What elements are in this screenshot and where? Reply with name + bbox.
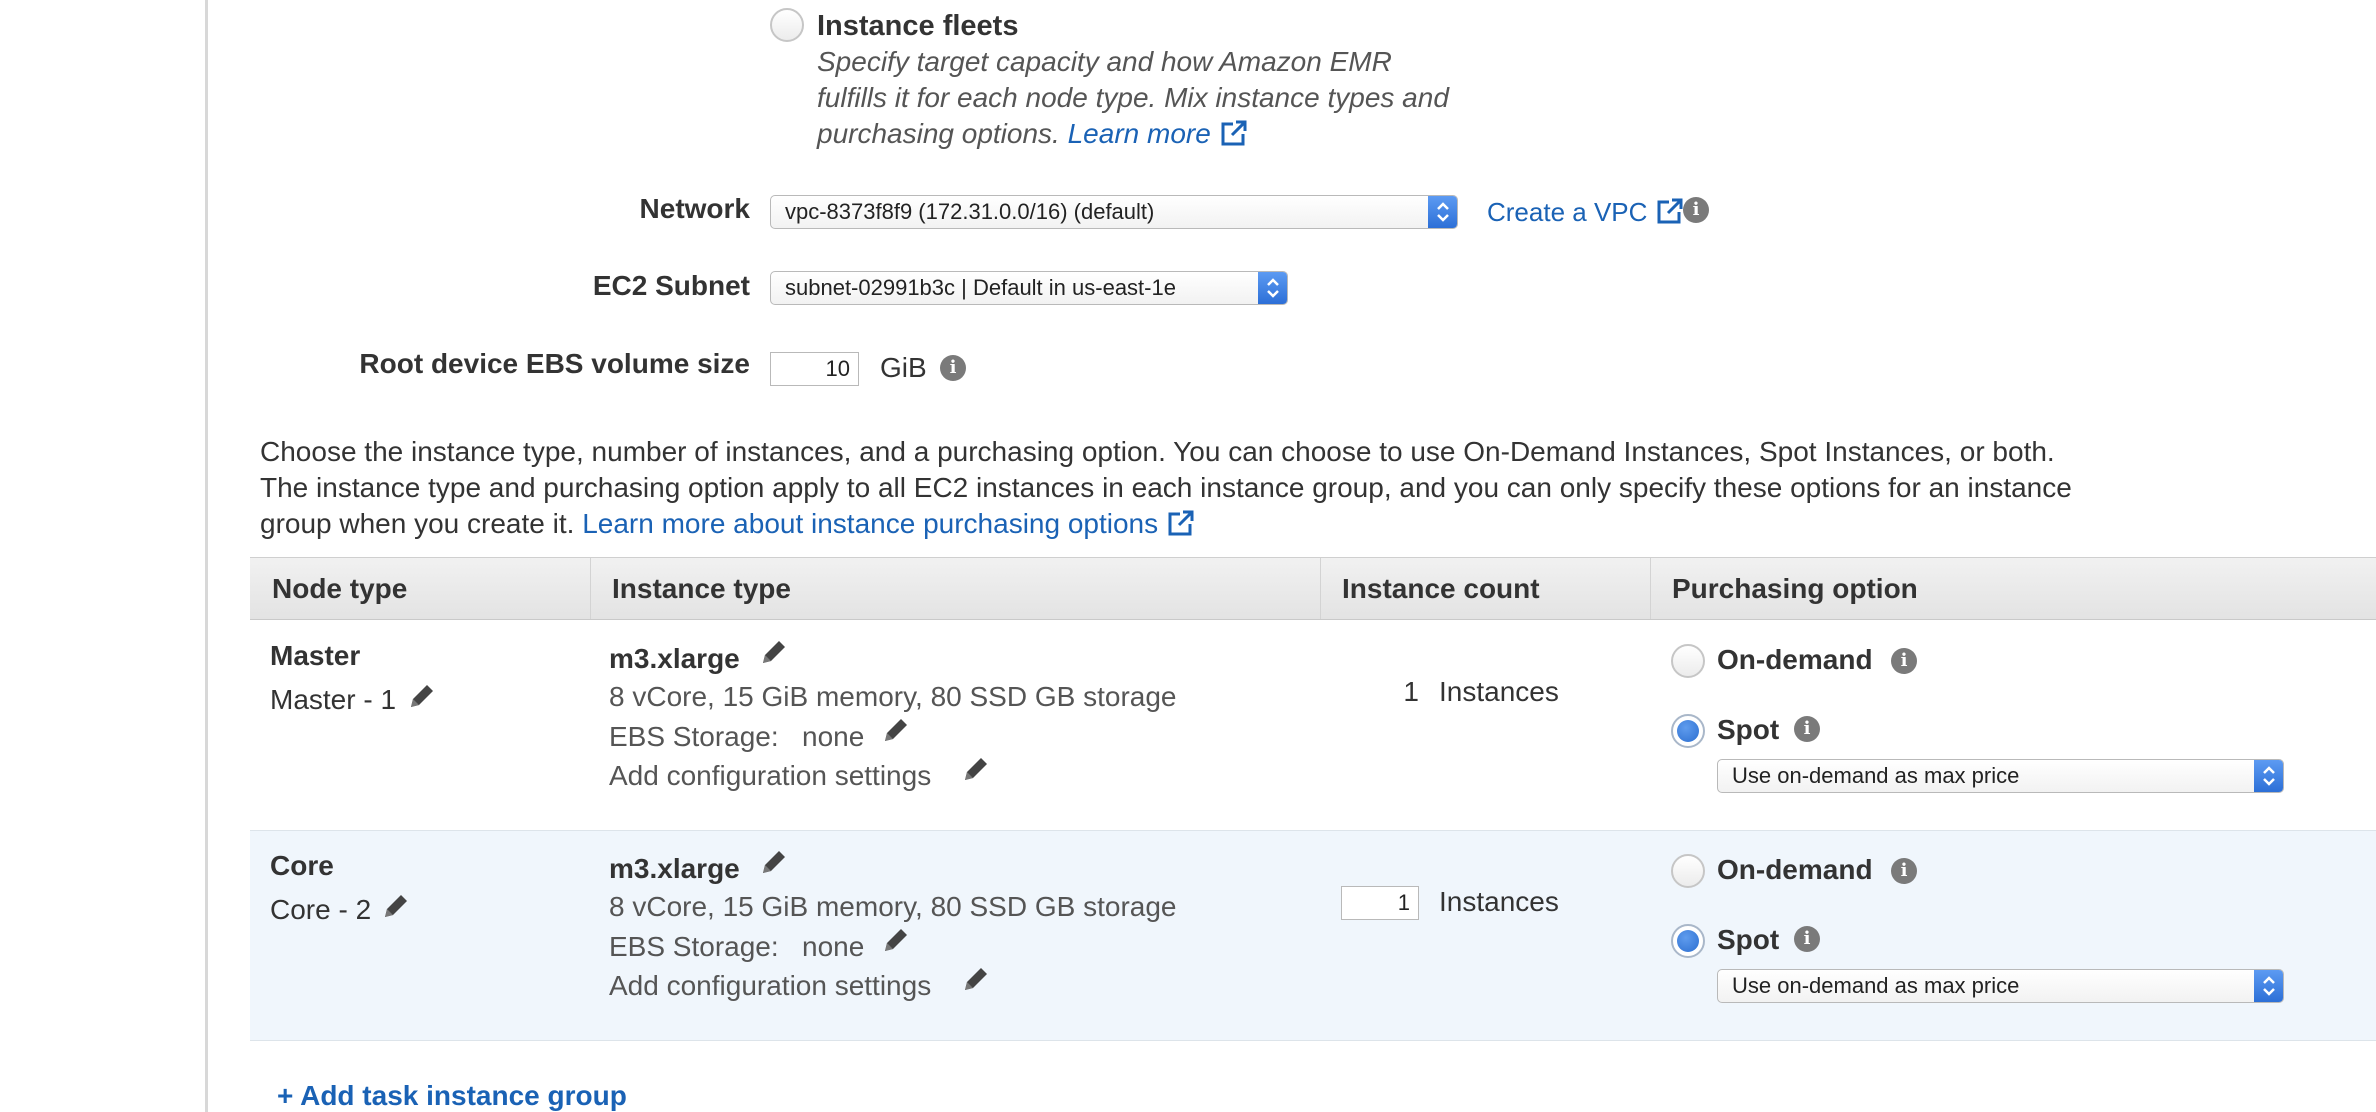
spot-radio[interactable] — [1671, 714, 1705, 748]
external-link-icon[interactable] — [1221, 119, 1247, 146]
instance-fleets-description: Specify target capacity and how Amazon E… — [817, 44, 1497, 152]
intro-line-2: The instance type and purchasing option … — [260, 472, 2072, 503]
node-type-core: Core — [270, 850, 334, 881]
edit-pencil-icon[interactable] — [961, 964, 991, 994]
fleet-desc-line-2: fulfills it for each node type. Mix inst… — [817, 82, 1449, 113]
header-instance-count: Instance count — [1342, 573, 1540, 604]
ebs-storage-master: EBS Storage: none — [609, 719, 864, 755]
select-arrows-icon — [2254, 760, 2283, 792]
instance-intro-text: Choose the instance type, number of inst… — [260, 434, 2360, 542]
ebs-storage-core: EBS Storage: none — [609, 929, 864, 965]
header-node-type: Node type — [272, 573, 408, 604]
edit-pencil-icon[interactable] — [759, 847, 789, 877]
instance-fleets-radio[interactable] — [770, 8, 804, 42]
instance-count-input-core[interactable]: 1 — [1341, 886, 1419, 920]
instance-fleets-title: Instance fleets — [817, 10, 1019, 42]
network-label: Network — [639, 193, 750, 224]
edit-pencil-icon[interactable] — [407, 681, 437, 711]
intro-line-3: group when you create it. — [260, 508, 575, 539]
add-config-core[interactable]: Add configuration settings — [609, 968, 931, 1004]
instance-type-master: m3.xlarge — [609, 643, 740, 674]
edit-pencil-icon[interactable] — [961, 754, 991, 784]
spot-price-value: Use on-demand as max price — [1732, 763, 2020, 788]
ebs-volume-input[interactable]: 10 — [770, 352, 859, 386]
node-type-master: Master — [270, 640, 361, 671]
on-demand-radio[interactable] — [1671, 644, 1705, 678]
fleet-desc-line-3: purchasing options. — [817, 118, 1060, 149]
edit-pencil-icon[interactable] — [759, 637, 789, 667]
create-vpc-link-wrap[interactable]: Create a VPC — [1487, 195, 1684, 229]
on-demand-label: On-demand — [1717, 644, 1873, 675]
edit-pencil-icon[interactable] — [381, 891, 411, 921]
add-task-instance-group-link[interactable]: + Add task instance group — [277, 1080, 627, 1112]
network-select-value: vpc-8373f8f9 (172.31.0.0/16) (default) — [785, 199, 1155, 224]
edit-pencil-icon[interactable] — [881, 715, 911, 745]
on-demand-label: On-demand — [1717, 854, 1873, 885]
select-arrows-icon — [1258, 272, 1287, 304]
fleet-desc-line-1: Specify target capacity and how Amazon E… — [817, 46, 1392, 77]
ebs-storage-label: EBS Storage: — [609, 931, 779, 962]
external-link-icon[interactable] — [1657, 198, 1684, 224]
node-sub-core: Core - 2 — [270, 894, 372, 925]
spot-info-icon[interactable]: i — [1794, 716, 1820, 742]
add-config-master[interactable]: Add configuration settings — [609, 758, 931, 794]
ebs-storage-label: EBS Storage: — [609, 721, 779, 752]
instance-count-master: 1 — [1403, 676, 1419, 707]
spot-radio[interactable] — [1671, 924, 1705, 958]
spot-info-icon[interactable]: i — [1794, 926, 1820, 952]
ec2-subnet-label: EC2 Subnet — [592, 270, 750, 301]
instance-count-unit: Instances — [1439, 886, 1559, 917]
ebs-storage-value: none — [802, 721, 865, 752]
intro-line-1: Choose the instance type, number of inst… — [260, 436, 2055, 467]
network-info-icon[interactable]: i — [1683, 197, 1709, 223]
instance-count-unit: Instances — [1439, 676, 1559, 707]
spot-label: Spot — [1717, 714, 1780, 745]
spot-price-select[interactable]: Use on-demand as max price — [1717, 759, 2284, 793]
edit-pencil-icon[interactable] — [881, 925, 911, 955]
network-select[interactable]: vpc-8373f8f9 (172.31.0.0/16) (default) — [770, 195, 1458, 229]
subnet-select-value: subnet-02991b3c | Default in us-east-1e — [785, 275, 1176, 300]
on-demand-radio[interactable] — [1671, 854, 1705, 888]
create-vpc-link[interactable]: Create a VPC — [1487, 197, 1647, 227]
spot-price-select[interactable]: Use on-demand as max price — [1717, 969, 2284, 1003]
ebs-storage-value: none — [802, 931, 865, 962]
external-link-icon[interactable] — [1168, 509, 1195, 536]
instance-specs-core: 8 vCore, 15 GiB memory, 80 SSD GB storag… — [609, 891, 1177, 922]
header-instance-type: Instance type — [612, 573, 791, 604]
select-arrows-icon — [1428, 196, 1457, 228]
ebs-info-icon[interactable]: i — [940, 355, 966, 381]
node-sub-master: Master - 1 — [270, 684, 397, 715]
instance-specs-master: 8 vCore, 15 GiB memory, 80 SSD GB storag… — [609, 681, 1177, 712]
table-row-core-background — [250, 830, 2376, 1041]
instance-type-core: m3.xlarge — [609, 853, 740, 884]
ec2-subnet-select[interactable]: subnet-02991b3c | Default in us-east-1e — [770, 271, 1288, 305]
left-divider — [205, 0, 208, 1112]
header-purchasing-option: Purchasing option — [1672, 573, 1918, 604]
fleet-learn-more-link[interactable]: Learn more — [1068, 118, 1211, 149]
ebs-volume-unit: GiB — [880, 352, 927, 383]
on-demand-info-icon[interactable]: i — [1891, 858, 1917, 884]
spot-label: Spot — [1717, 924, 1780, 955]
spot-price-value: Use on-demand as max price — [1732, 973, 2020, 998]
instance-table-header: Node type Instance type Instance count P… — [250, 557, 2376, 620]
select-arrows-icon — [2254, 970, 2283, 1002]
purchasing-options-link[interactable]: Learn more about instance purchasing opt… — [582, 508, 1158, 539]
ebs-volume-label: Root device EBS volume size — [359, 348, 750, 379]
on-demand-info-icon[interactable]: i — [1891, 648, 1917, 674]
